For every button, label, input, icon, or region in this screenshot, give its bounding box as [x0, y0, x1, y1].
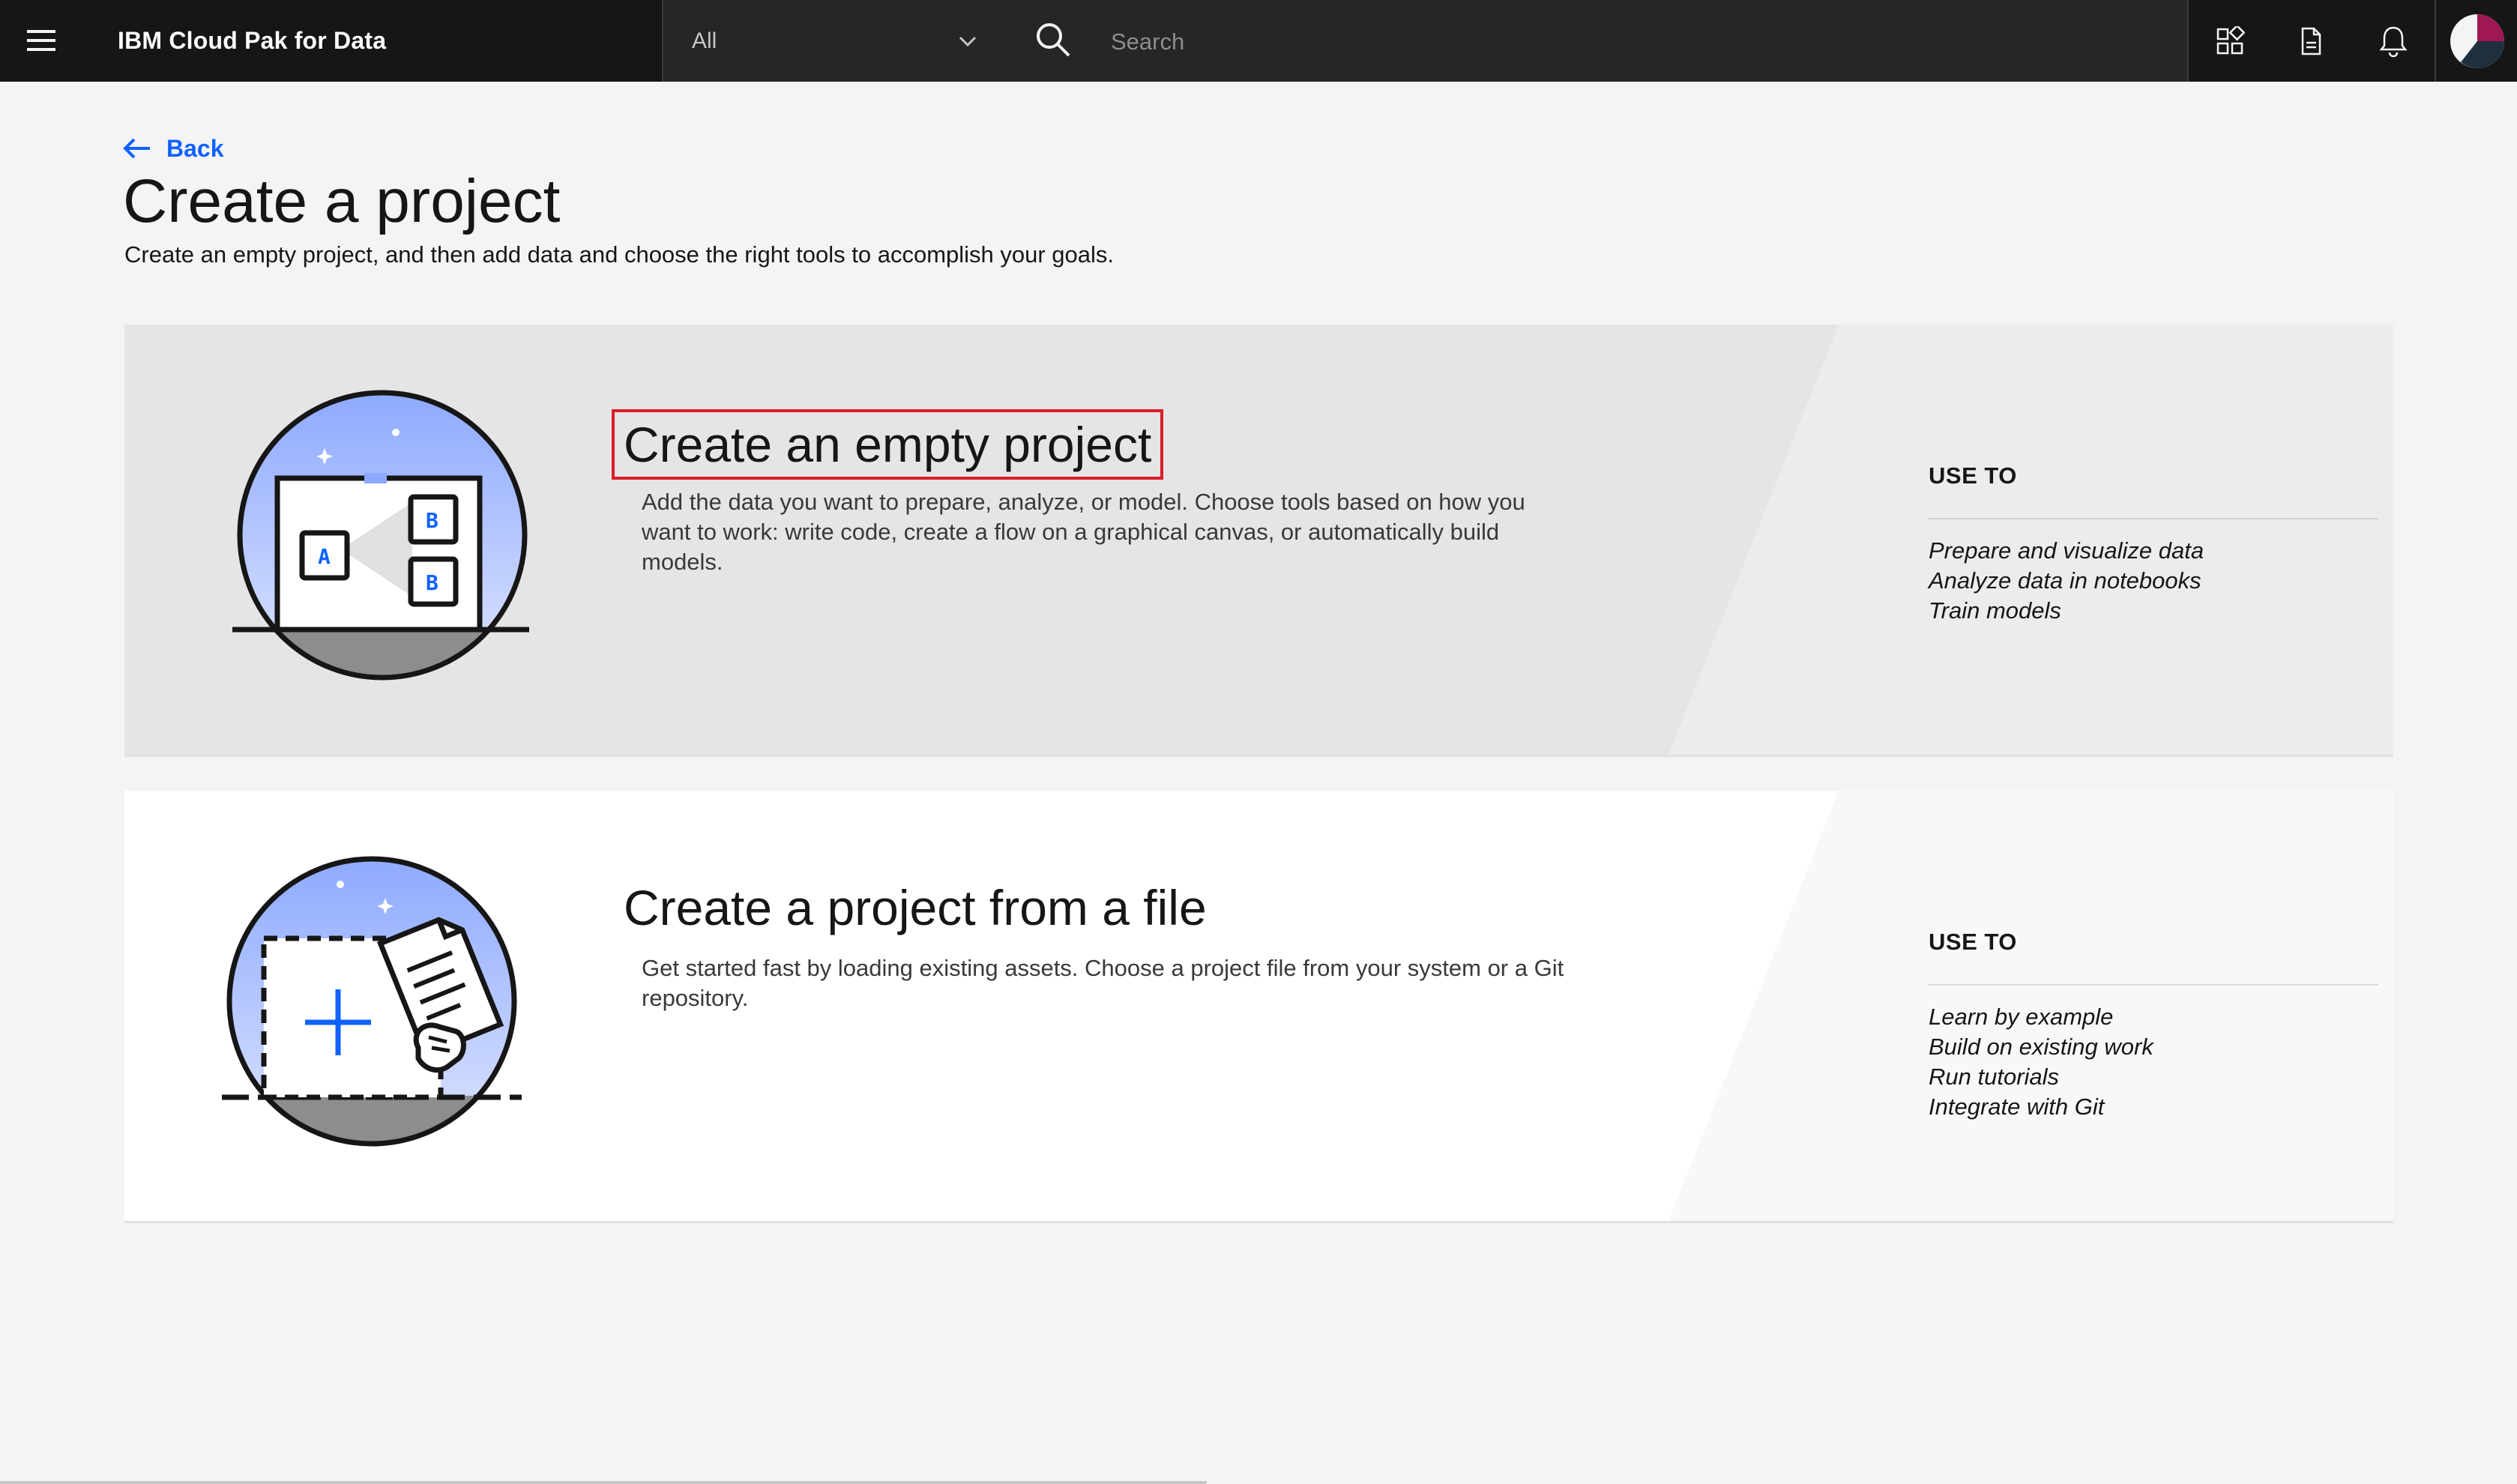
back-label: Back: [166, 134, 224, 162]
svg-text:B: B: [426, 570, 438, 595]
top-navigation-bar: IBM Cloud Pak for Data All: [0, 0, 2517, 82]
page-title: Create a project: [123, 167, 561, 235]
page-description: Create an empty project, and then add da…: [124, 241, 1115, 268]
search-icon[interactable]: [1033, 19, 1073, 60]
card-title[interactable]: Create a project from a file: [615, 875, 1216, 940]
create-empty-project-card[interactable]: A B B Create an empty project Add the da…: [124, 325, 2393, 757]
notification-icon[interactable]: [2352, 0, 2435, 82]
use-to-item: Learn by example: [1929, 1004, 2114, 1030]
use-to-item: Integrate with Git: [1929, 1094, 2105, 1120]
product-name[interactable]: IBM Cloud Pak for Data: [118, 0, 386, 82]
document-icon[interactable]: [2270, 0, 2352, 82]
scope-selected-value: All: [692, 28, 717, 53]
use-to-item: Build on existing work: [1929, 1034, 2153, 1060]
avatar[interactable]: [2435, 0, 2517, 82]
horizontal-scrollbar[interactable]: [0, 1481, 1207, 1484]
use-to-panel: USE TO Learn by example Build on existin…: [1929, 926, 2378, 1122]
catalog-icon[interactable]: [2187, 0, 2271, 82]
card-title-wrapper: Create an empty project: [612, 409, 1164, 480]
arrow-left-icon: [123, 138, 150, 159]
use-to-panel: USE TO Prepare and visualize data Analyz…: [1929, 459, 2378, 626]
use-to-heading: USE TO: [1929, 926, 2378, 986]
chevron-down-icon: [959, 36, 977, 47]
card-title-wrapper: Create a project from a file: [624, 875, 1216, 940]
svg-text:B: B: [426, 508, 438, 533]
menu-icon[interactable]: [0, 0, 82, 82]
create-project-from-file-card[interactable]: Create a project from a file Get started…: [124, 791, 2393, 1223]
ab-test-illustration-icon: A B B: [232, 390, 529, 681]
use-to-item: Prepare and visualize data: [1929, 537, 2204, 564]
scope-dropdown[interactable]: All: [662, 0, 1009, 82]
search-bar: [1007, 0, 2188, 82]
use-to-heading: USE TO: [1929, 459, 2378, 519]
card-description: Add the data you want to prepare, analyz…: [642, 489, 1525, 575]
svg-text:A: A: [318, 544, 331, 569]
card-description: Get started fast by loading existing ass…: [642, 955, 1564, 1011]
use-to-item: Train models: [1929, 597, 2061, 624]
card-title[interactable]: Create an empty project: [612, 409, 1164, 480]
search-input[interactable]: [1109, 20, 2012, 64]
use-to-item: Run tutorials: [1929, 1064, 2060, 1090]
use-to-item: Analyze data in notebooks: [1929, 567, 2201, 594]
upload-file-illustration-icon: [222, 856, 522, 1147]
